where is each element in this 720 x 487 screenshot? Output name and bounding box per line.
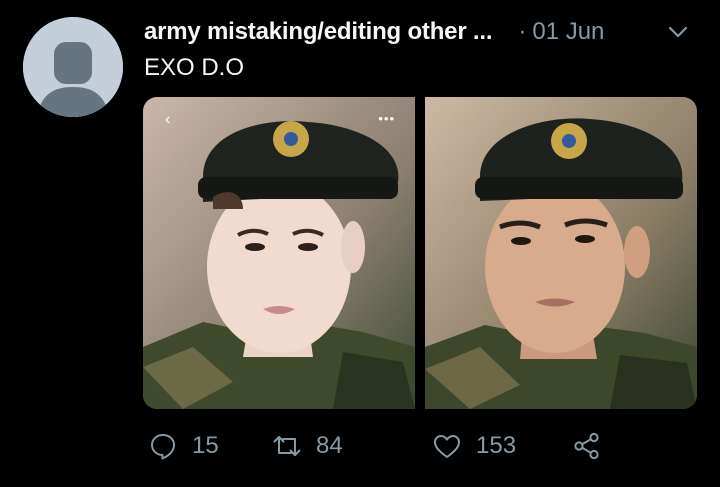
author-name[interactable]: army mistaking/editing other ... bbox=[144, 18, 493, 46]
date-separator: · bbox=[518, 18, 527, 45]
tweet-actions: 15 84 153 bbox=[148, 426, 616, 466]
retweet-button[interactable]: 84 bbox=[272, 431, 432, 461]
reply-icon bbox=[151, 434, 175, 460]
share-icon bbox=[574, 432, 599, 460]
back-arrow-icon[interactable]: ‹ bbox=[165, 111, 170, 129]
soldier-portrait-image bbox=[425, 97, 697, 409]
more-icon[interactable]: ••• bbox=[378, 111, 395, 126]
media-photo-left[interactable]: ‹ ••• bbox=[143, 97, 415, 409]
tweet-media: ‹ ••• bbox=[143, 97, 697, 409]
heart-icon bbox=[434, 435, 460, 458]
tweet-text: EXO D.O bbox=[144, 54, 245, 81]
retweet-count: 84 bbox=[316, 432, 343, 459]
like-button[interactable]: 153 bbox=[432, 431, 572, 461]
author-avatar[interactable] bbox=[23, 17, 123, 117]
like-count: 153 bbox=[476, 432, 517, 459]
default-avatar-icon bbox=[23, 17, 123, 117]
soldier-portrait-image bbox=[143, 97, 415, 409]
share-button[interactable] bbox=[572, 431, 616, 461]
tweet-header: army mistaking/editing other ... · 01 Ju… bbox=[144, 14, 700, 50]
chevron-down-icon[interactable] bbox=[664, 18, 692, 46]
retweet-icon bbox=[273, 436, 301, 456]
tweet-date[interactable]: 01 Jun bbox=[532, 18, 604, 46]
reply-button[interactable]: 15 bbox=[148, 431, 272, 461]
media-photo-right[interactable] bbox=[425, 97, 697, 409]
reply-count: 15 bbox=[192, 432, 219, 459]
